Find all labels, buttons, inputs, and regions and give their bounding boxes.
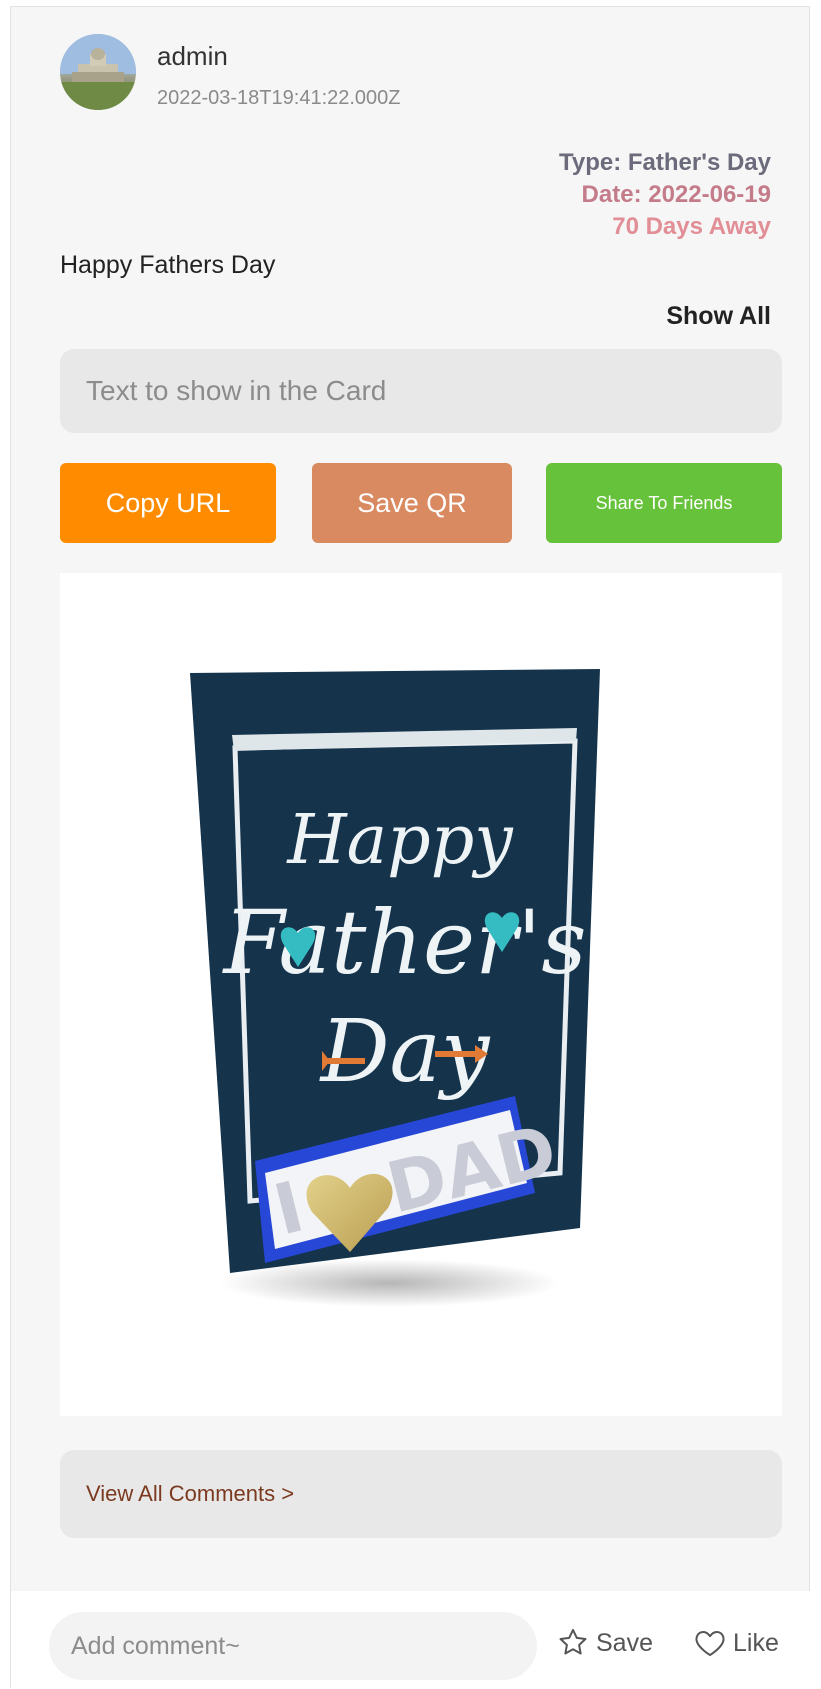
like-action[interactable]: Like xyxy=(693,1626,779,1660)
save-action[interactable]: Save xyxy=(556,1626,653,1660)
avatar[interactable] xyxy=(60,34,136,110)
post-card: admin 2022-03-18T19:41:22.000Z Type: Fat… xyxy=(10,6,811,1689)
card-line-2: Father's xyxy=(221,891,586,994)
card-line-1: Happy xyxy=(285,801,514,880)
add-comment-input[interactable] xyxy=(49,1612,537,1680)
star-icon xyxy=(559,1628,587,1655)
event-date: Date: 2022-06-19 xyxy=(581,181,771,208)
days-away: 70 Days Away xyxy=(612,213,771,240)
username[interactable]: admin xyxy=(157,41,228,72)
card-preview[interactable]: Happy Father's Day I DAD xyxy=(60,573,782,1416)
post-message: Happy Fathers Day xyxy=(60,251,276,279)
view-all-comments-label: View All Comments > xyxy=(86,1481,295,1506)
save-qr-button[interactable]: Save QR xyxy=(312,463,512,543)
share-to-friends-button[interactable]: Share To Friends xyxy=(546,463,782,543)
avatar-image xyxy=(60,34,136,110)
comment-footer: Save Like xyxy=(11,1591,811,1689)
event-type: Type: Father's Day xyxy=(559,149,771,176)
post-timestamp: 2022-03-18T19:41:22.000Z xyxy=(157,87,401,109)
event-meta: Type: Father's Day Date: 2022-06-19 70 D… xyxy=(559,147,771,243)
greeting-card-3d: Happy Father's Day I DAD xyxy=(190,669,600,1307)
show-all-link[interactable]: Show All xyxy=(666,302,771,331)
card-text-input[interactable] xyxy=(60,349,782,433)
heart-icon xyxy=(695,1630,725,1657)
stand-shadow xyxy=(220,1259,560,1307)
like-label: Like xyxy=(733,1628,779,1657)
save-label: Save xyxy=(596,1628,653,1657)
copy-url-button[interactable]: Copy URL xyxy=(60,463,276,543)
view-all-comments[interactable]: View All Comments > xyxy=(60,1450,782,1538)
